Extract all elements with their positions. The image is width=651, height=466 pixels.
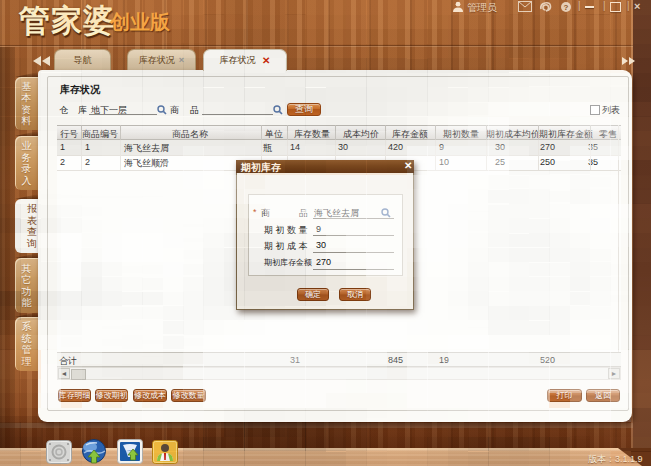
svg-text:?: ? [564,3,569,12]
